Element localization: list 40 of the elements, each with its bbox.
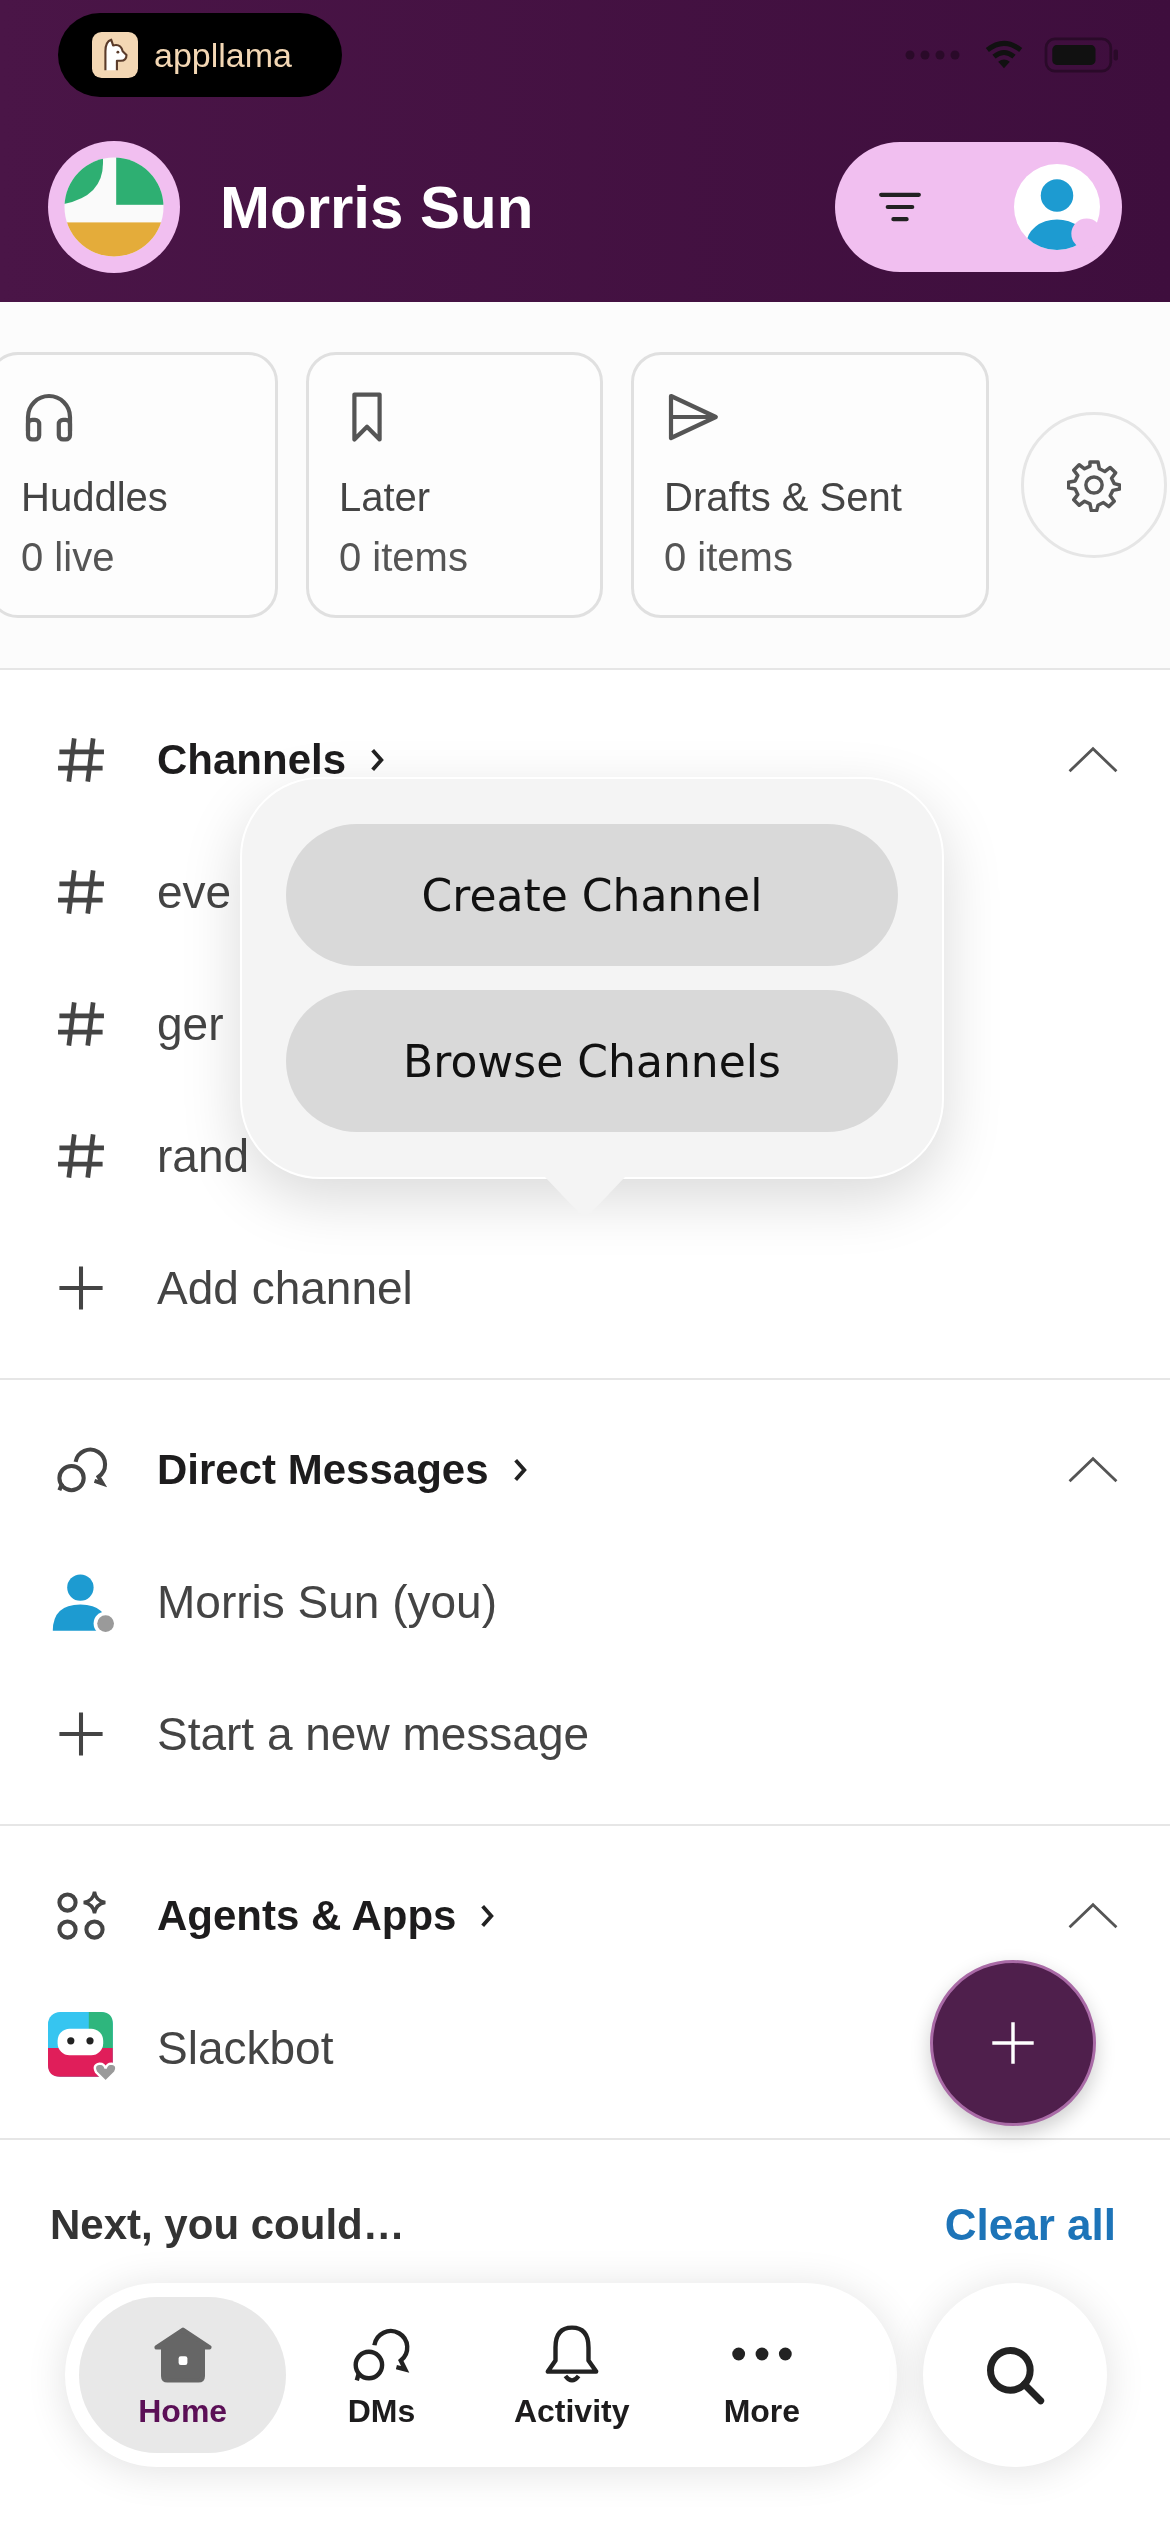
clear-all-link[interactable]: Clear all <box>944 2200 1116 2250</box>
wifi-icon <box>984 40 1024 70</box>
shortcut-title: Later <box>339 474 432 521</box>
menu-action-button[interactable]: Browse Channels <box>286 990 898 1132</box>
sidebar-item[interactable]: Start a new message <box>157 1707 590 1761</box>
app-badge-label: appllama <box>154 35 292 75</box>
tab[interactable]: Home <box>79 2297 287 2453</box>
shortcut-count: 0 live <box>21 534 116 581</box>
menu-action-button[interactable]: Create Channel <box>286 824 898 966</box>
more-dots-icon <box>730 2346 793 2361</box>
sidebar-item[interactable]: Morris Sun (you) <box>157 1575 497 1629</box>
shortcut-title: Drafts & Sent <box>664 474 903 521</box>
sidebar-item[interactable]: ger <box>157 997 224 1051</box>
section-title[interactable]: Agents & Apps <box>157 1892 457 1940</box>
tab[interactable]: More <box>666 2297 857 2453</box>
apps-icon <box>54 1889 108 1943</box>
profile-avatar-icon[interactable] <box>1014 164 1100 250</box>
sidebar-item[interactable]: Slackbot <box>157 2021 334 2075</box>
shortcut-card[interactable]: Huddles 0 live <box>0 352 278 618</box>
chevron-up-icon[interactable] <box>1066 1901 1120 1931</box>
shortcut-card[interactable]: Drafts & Sent 0 items <box>631 352 989 618</box>
llama-logo-icon <box>92 32 138 78</box>
chevron-up-icon[interactable] <box>1066 745 1120 775</box>
shortcut-count: 0 items <box>339 534 469 581</box>
plus-icon <box>990 2020 1036 2066</box>
section-title[interactable]: Direct Messages <box>157 1446 489 1494</box>
shortcut-card[interactable]: Later 0 items <box>306 352 603 618</box>
sidebar-item[interactable]: eve <box>157 865 232 919</box>
workspace-name: Morris Sun <box>220 172 535 242</box>
sidebar-item[interactable]: Add channel <box>157 1261 413 1315</box>
settings-icon <box>1067 458 1121 512</box>
shortcut-title: Huddles <box>21 474 169 521</box>
tab[interactable]: Activity <box>476 2297 667 2453</box>
battery-icon <box>1044 37 1120 73</box>
filter-icon[interactable] <box>879 191 921 223</box>
shortcut-count: 0 items <box>664 534 794 581</box>
chevron-up-icon[interactable] <box>1066 1455 1120 1485</box>
suggestions-title: Next, you could… <box>50 2201 405 2249</box>
settings-button[interactable] <box>1021 412 1167 558</box>
tab[interactable]: DMs <box>286 2297 477 2453</box>
